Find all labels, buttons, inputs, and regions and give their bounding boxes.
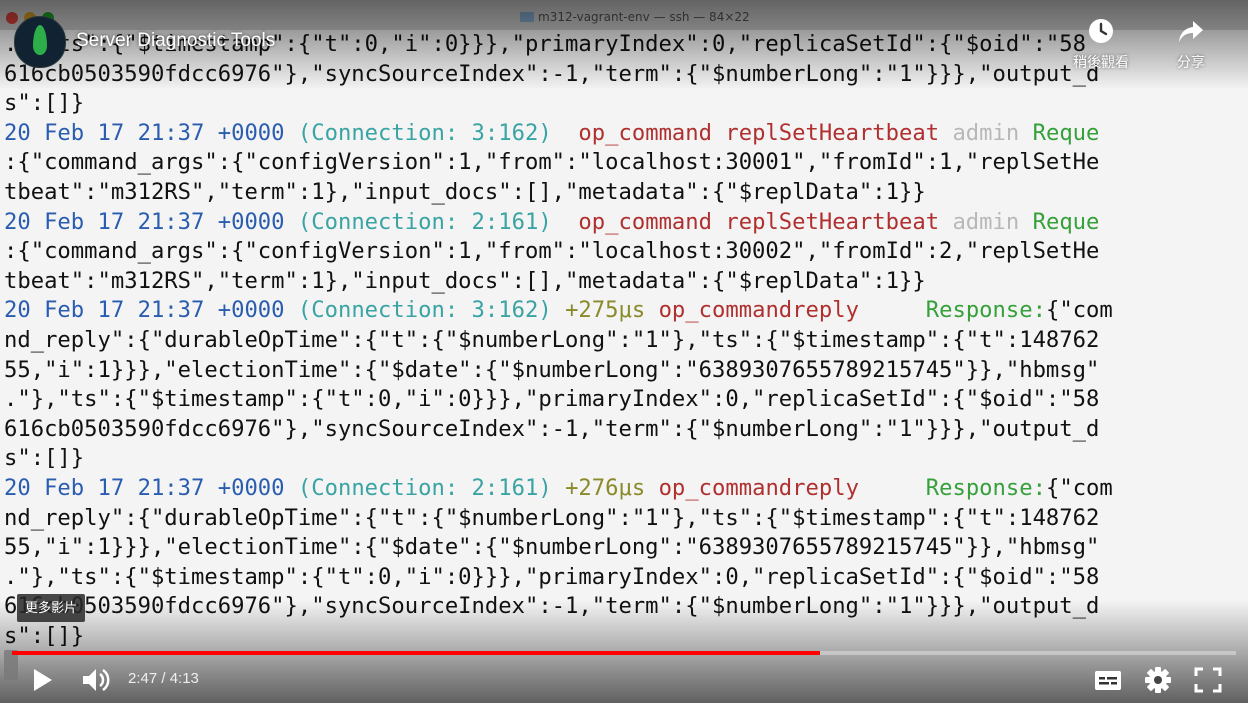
terminal-line: 616cb0503590fdcc6976"},"syncSourceIndex"… xyxy=(4,415,1100,442)
share-icon xyxy=(1179,21,1203,42)
volume-icon[interactable] xyxy=(80,664,112,696)
folder-icon xyxy=(520,12,534,22)
video-player[interactable]: m312-vagrant-env — ssh — 84×22 .","ts":{… xyxy=(0,0,1248,703)
terminal-line: s":[]} xyxy=(4,623,85,649)
terminal-line: 616cb0503590fdcc6976"},"syncSourceIndex"… xyxy=(4,60,1100,87)
terminal-line: 55,"i":1}}},"electionTime":{"$date":{"$n… xyxy=(4,534,1100,561)
close-window-dot xyxy=(6,12,18,24)
gear-icon[interactable] xyxy=(1143,664,1173,696)
terminal-line: nd_reply":{"durableOpTime":{"t":{"$numbe… xyxy=(4,327,1100,353)
terminal-line: :{"command_args":{"configVersion":1,"fro… xyxy=(4,149,1100,176)
watch-later-button[interactable]: 稍後觀看 xyxy=(1069,18,1133,72)
share-button[interactable]: 分享 xyxy=(1159,18,1223,72)
video-title[interactable]: Server Diagnostic Tools xyxy=(76,30,275,52)
terminal-line: s":[]} xyxy=(4,90,85,117)
watch-later-label: 稍後觀看 xyxy=(1073,54,1129,70)
channel-avatar[interactable] xyxy=(14,16,66,68)
share-label: 分享 xyxy=(1177,54,1205,70)
terminal-line: :{"command_args":{"configVersion":1,"fro… xyxy=(4,238,1100,265)
progress-fill xyxy=(12,651,820,655)
progress-bar[interactable] xyxy=(12,651,1236,655)
terminal-line: 20 Feb 17 21:37 +0000 (Connection: 3:162… xyxy=(4,297,1113,324)
terminal-output: .","ts":{"$timestamp":{"t":0,"i":0}}},"p… xyxy=(0,30,1248,660)
terminal-window-title-text: m312-vagrant-env — ssh — 84×22 xyxy=(538,10,750,24)
more-videos-button[interactable]: 更多影片 xyxy=(17,594,86,622)
terminal-line: tbeat":"m312RS","term":1},"input_docs":[… xyxy=(4,267,926,294)
terminal-line: 20 Feb 17 21:37 +0000 (Connection: 3:162… xyxy=(4,119,1100,146)
terminal-line: 616cb0503590fdcc6976"},"syncSourceIndex"… xyxy=(4,593,1100,620)
terminal-line: 55,"i":1}}},"electionTime":{"$date":{"$n… xyxy=(4,356,1100,383)
terminal-line: tbeat":"m312RS","term":1},"input_docs":[… xyxy=(4,179,926,205)
terminal-window-title: m312-vagrant-env — ssh — 84×22 xyxy=(520,10,750,24)
terminal-line: ."},"ts":{"$timestamp":{"t":0,"i":0}}},"… xyxy=(4,386,1100,413)
mongodb-leaf-icon xyxy=(33,25,47,55)
terminal-line: 20 Feb 17 21:37 +0000 (Connection: 2:161… xyxy=(4,208,1100,235)
subtitles-icon[interactable] xyxy=(1094,664,1122,696)
clock-icon xyxy=(1089,19,1113,43)
terminal-line: 20 Feb 17 21:37 +0000 (Connection: 2:161… xyxy=(4,475,1113,501)
fullscreen-icon[interactable] xyxy=(1193,664,1223,696)
terminal-line: nd_reply":{"durableOpTime":{"t":{"$numbe… xyxy=(4,504,1100,531)
terminal-line: s":[]} xyxy=(4,445,85,472)
time-display: 2:47 / 4:13 xyxy=(128,670,199,687)
terminal-line: ."},"ts":{"$timestamp":{"t":0,"i":0}}},"… xyxy=(4,563,1100,590)
play-icon[interactable] xyxy=(28,664,58,696)
